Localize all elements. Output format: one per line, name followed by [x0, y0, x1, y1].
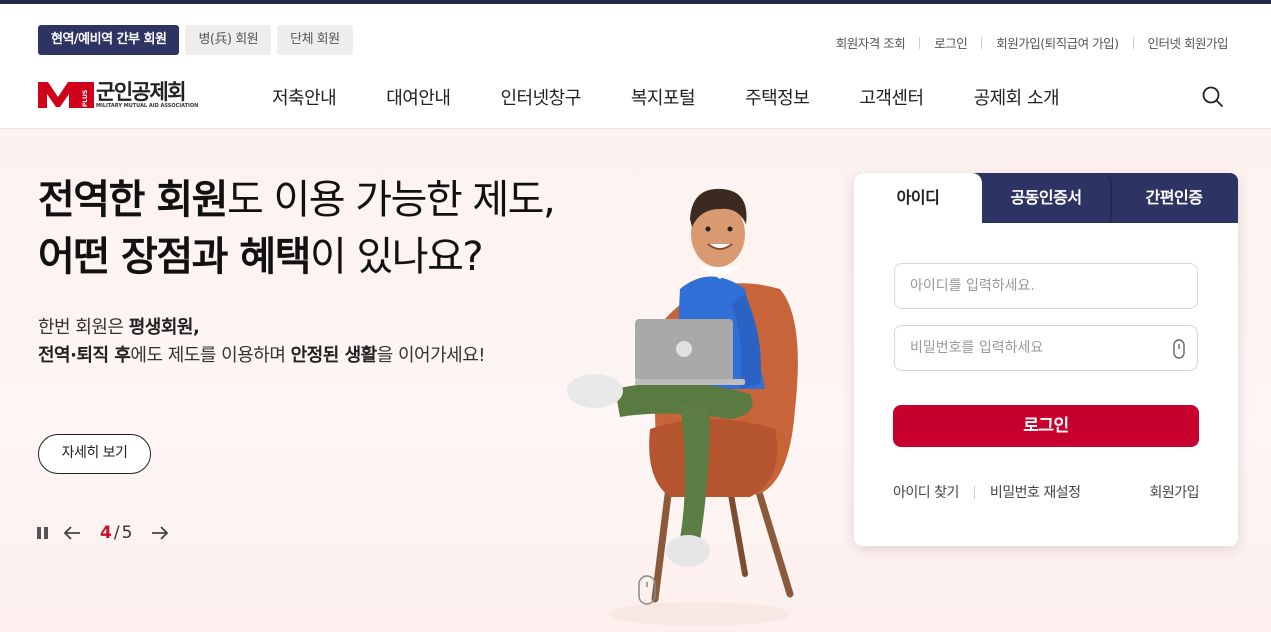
- divider: [973, 485, 975, 499]
- nav-item-about[interactable]: 공제회 소개: [974, 84, 1060, 110]
- hero-illustration: [567, 188, 798, 626]
- top-accent-bar: [0, 0, 1271, 4]
- search-icon[interactable]: [1200, 84, 1226, 110]
- nav-item-welfare[interactable]: 복지포털: [631, 84, 696, 110]
- site-logo[interactable]: PLUS 군인공제회 MILITARY MUTUAL AID ASSOCIATI…: [38, 80, 198, 110]
- logo-subtitle: MILITARY MUTUAL AID ASSOCIATION: [96, 103, 199, 109]
- slide-current: 4: [100, 523, 112, 543]
- sub-line2-bold2: 안정된 생활: [290, 345, 378, 366]
- pause-icon[interactable]: [36, 526, 50, 540]
- password-field[interactable]: [894, 325, 1198, 371]
- login-footer-links: 아이디 찾기 비밀번호 재설정 회원가입: [893, 482, 1199, 502]
- nav-item-customer-center[interactable]: 고객센터: [859, 84, 924, 110]
- util-link-internet-join[interactable]: 인터넷 회원가입: [1134, 33, 1229, 52]
- member-tab-officer[interactable]: 현역/예비역 간부 회원: [38, 25, 180, 55]
- login-method-tabs: 아이디 공동인증서 간편인증: [854, 173, 1238, 223]
- nav-item-housing[interactable]: 주택정보: [745, 84, 810, 110]
- logo-mark-icon: PLUS: [38, 82, 94, 108]
- sub-line2-bold1: 전역·퇴직 후: [38, 345, 131, 366]
- id-input[interactable]: [910, 278, 1170, 294]
- keyboard-security-icon[interactable]: [1173, 339, 1185, 359]
- tab-simple-auth-login[interactable]: 간편인증: [1110, 173, 1238, 223]
- headline-line1-rest: 도 이용 가능한 제도,: [226, 177, 556, 223]
- member-tab-soldier[interactable]: 병(兵) 회원: [185, 25, 272, 55]
- hero-subtext: 한번 회원은 평생회원, 전역·퇴직 후에도 제도를 이용하며 안정된 생활을 …: [38, 314, 486, 370]
- scroll-mouse-icon: [638, 575, 656, 605]
- nav-item-internet-window[interactable]: 인터넷창구: [501, 84, 582, 110]
- nav-item-loans[interactable]: 대여안내: [386, 84, 451, 110]
- sub-line1-pre: 한번 회원은: [38, 317, 129, 338]
- arrow-right-icon[interactable]: [150, 525, 170, 541]
- sub-line2-post: 을 이어가세요!: [376, 345, 486, 366]
- member-tab-group[interactable]: 단체 회원: [277, 25, 353, 55]
- nav-item-savings[interactable]: 저축안내: [272, 84, 337, 110]
- hero-banner: 전역한 회원도 이용 가능한 제도, 어떤 장점과 혜택이 있나요? 한번 회원…: [0, 129, 1271, 632]
- sub-line1-bold: 평생회원,: [128, 317, 200, 338]
- tab-certificate-login[interactable]: 공동인증서: [982, 173, 1110, 223]
- util-link-join-retirement[interactable]: 회원가입(퇴직급여 가입): [982, 33, 1132, 52]
- member-type-tabs: 현역/예비역 간부 회원 병(兵) 회원 단체 회원: [38, 25, 353, 55]
- id-field[interactable]: [894, 263, 1198, 309]
- login-panel: 아이디 공동인증서 간편인증 로그인 아이디 찾기 비밀번호 재설정 회원가입: [854, 173, 1238, 546]
- arrow-left-icon[interactable]: [62, 525, 82, 541]
- password-input[interactable]: [910, 340, 1170, 356]
- util-link-eligibility[interactable]: 회원자격 조회: [822, 33, 919, 52]
- headline-line2-rest: 이 있나요?: [309, 234, 484, 280]
- slide-total: 5: [121, 523, 133, 543]
- util-link-login[interactable]: 로그인: [920, 33, 981, 52]
- reset-password-link[interactable]: 비밀번호 재설정: [990, 482, 1081, 502]
- sub-line2-mid: 에도 제도를 이용하며: [130, 345, 291, 366]
- join-link[interactable]: 회원가입: [1149, 482, 1199, 502]
- logo-badge: PLUS: [82, 90, 89, 107]
- headline-line2-bold: 어떤 장점과 혜택: [38, 234, 311, 280]
- login-button[interactable]: 로그인: [893, 405, 1199, 447]
- find-id-link[interactable]: 아이디 찾기: [893, 482, 959, 502]
- slider-controls: 4 / 5: [36, 523, 170, 543]
- tab-id-login[interactable]: 아이디: [854, 173, 982, 223]
- slide-separator: /: [113, 523, 120, 543]
- slide-pager: 4 / 5: [100, 523, 132, 543]
- main-nav: 저축안내 대여안내 인터넷창구 복지포털 주택정보 고객센터 공제회 소개: [272, 84, 1109, 110]
- headline-line1-bold: 전역한 회원: [38, 177, 228, 223]
- more-details-button[interactable]: 자세히 보기: [38, 434, 151, 474]
- utility-links: 회원자격 조회 로그인 회원가입(퇴직급여 가입) 인터넷 회원가입: [822, 33, 1229, 52]
- hero-headline: 전역한 회원도 이용 가능한 제도, 어떤 장점과 혜택이 있나요?: [38, 172, 556, 286]
- logo-title: 군인공제회: [96, 80, 187, 104]
